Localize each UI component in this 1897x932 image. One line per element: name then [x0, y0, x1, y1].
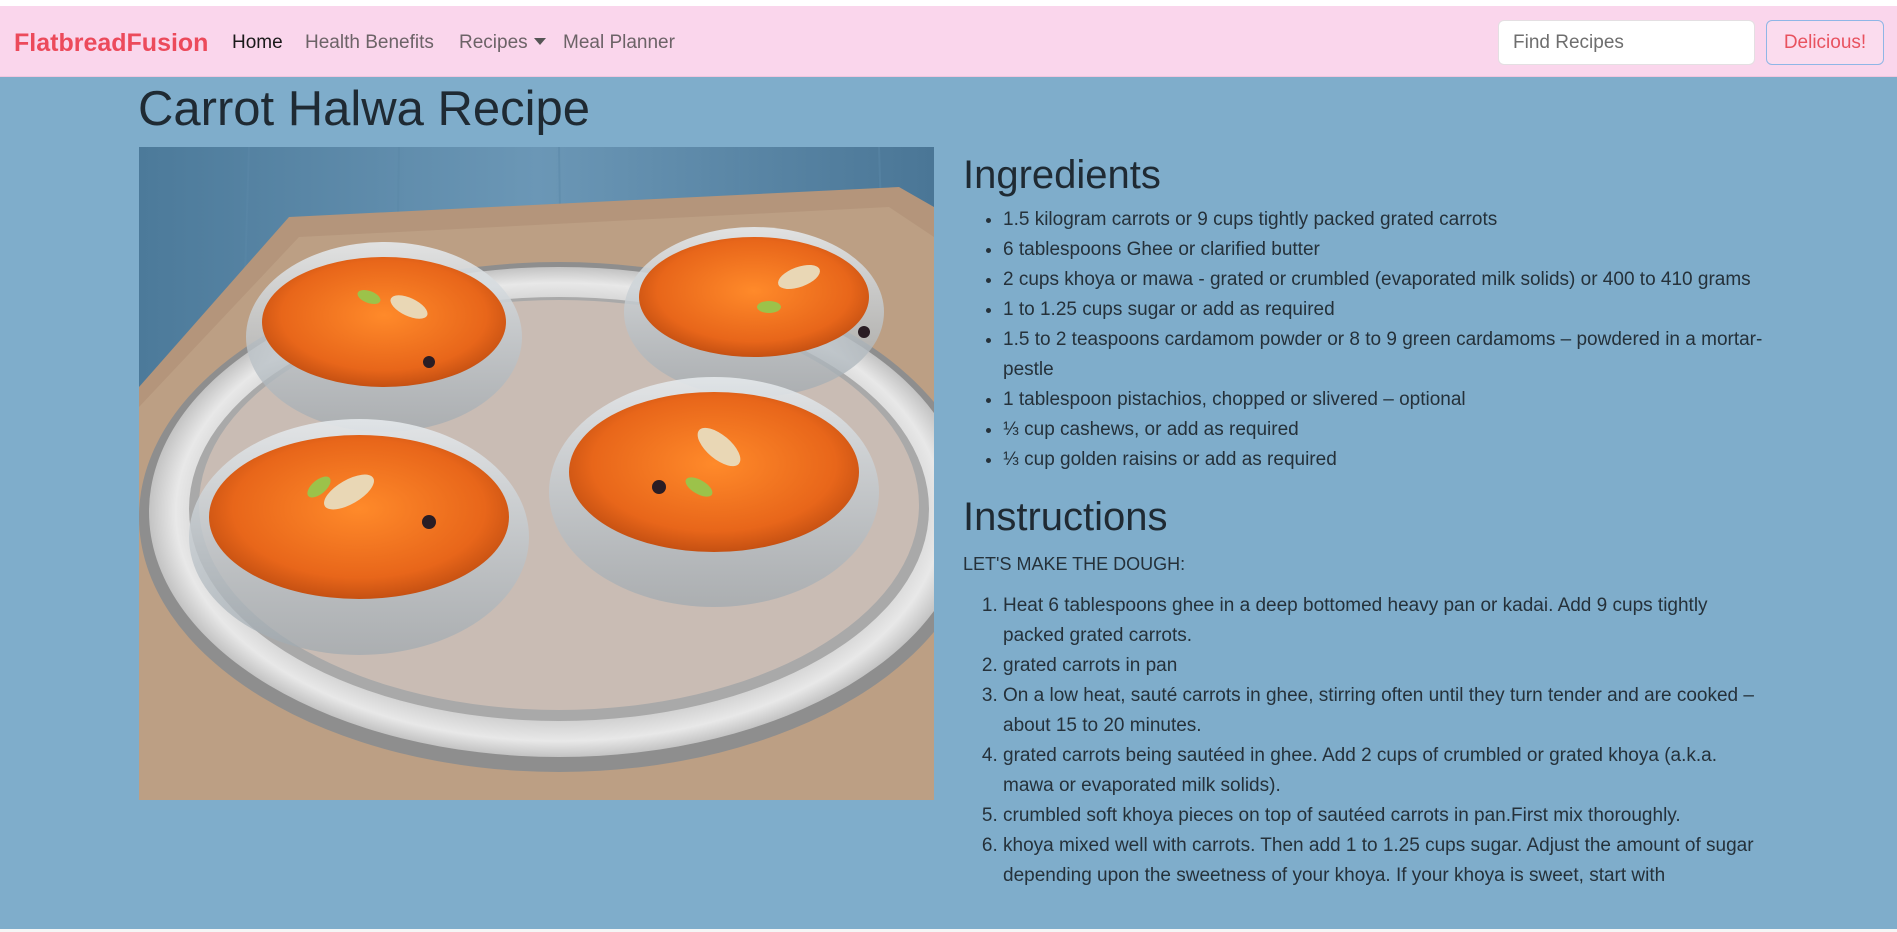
nav-dropdown-recipes[interactable]: Recipes — [459, 32, 546, 55]
ingredient-item: 2 cups khoya or mawa - grated or crumble… — [1003, 265, 1763, 295]
ingredients-list: 1.5 kilogram carrots or 9 cups tightly p… — [963, 205, 1763, 475]
page-title: Carrot Halwa Recipe — [138, 82, 591, 136]
instructions-list: Heat 6 tablespoons ghee in a deep bottom… — [963, 591, 1763, 891]
brand-logo-link[interactable]: FlatbreadFusion — [14, 28, 208, 58]
instruction-step: grated carrots being sautéed in ghee. Ad… — [1003, 741, 1763, 801]
ingredient-item: 1 tablespoon pistachios, chopped or sliv… — [1003, 385, 1763, 415]
nav-link-home[interactable]: Home — [232, 32, 283, 55]
instruction-step: On a low heat, sauté carrots in ghee, st… — [1003, 681, 1763, 741]
ingredient-item: ⅓ cup golden raisins or add as required — [1003, 445, 1763, 475]
caret-down-icon — [533, 38, 546, 45]
page: FlatbreadFusion Home Health Benefits Rec… — [0, 0, 1897, 932]
instructions-subheading: LET'S MAKE THE DOUGH: — [963, 554, 1186, 574]
navbar: FlatbreadFusion Home Health Benefits Rec… — [0, 6, 1897, 77]
delicious-button[interactable]: Delicious! — [1766, 20, 1884, 65]
instructions-heading: Instructions — [963, 495, 1168, 539]
ingredient-item: 1.5 kilogram carrots or 9 cups tightly p… — [1003, 205, 1763, 235]
recipe-details: Ingredients 1.5 kilogram carrots or 9 cu… — [963, 147, 1763, 891]
ingredient-item: 1.5 to 2 teaspoons cardamom powder or 8 … — [1003, 325, 1763, 385]
nav-dropdown-recipes-label: Recipes — [459, 32, 528, 53]
ingredient-item: ⅓ cup cashews, or add as required — [1003, 415, 1763, 445]
nav-link-meal-planner[interactable]: Meal Planner — [563, 32, 675, 55]
ingredient-item: 6 tablespoons Ghee or clarified butter — [1003, 235, 1763, 265]
instruction-step: crumbled soft khoya pieces on top of sau… — [1003, 801, 1763, 831]
search-input[interactable] — [1498, 20, 1755, 65]
ingredients-heading: Ingredients — [963, 153, 1161, 197]
instruction-step: khoya mixed well with carrots. Then add … — [1003, 831, 1763, 891]
instruction-step: grated carrots in pan — [1003, 651, 1763, 681]
recipe-photo — [139, 147, 934, 800]
instruction-step: Heat 6 tablespoons ghee in a deep bottom… — [1003, 591, 1763, 651]
nav-link-health-benefits[interactable]: Health Benefits — [305, 32, 434, 55]
ingredient-item: 1 to 1.25 cups sugar or add as required — [1003, 295, 1763, 325]
